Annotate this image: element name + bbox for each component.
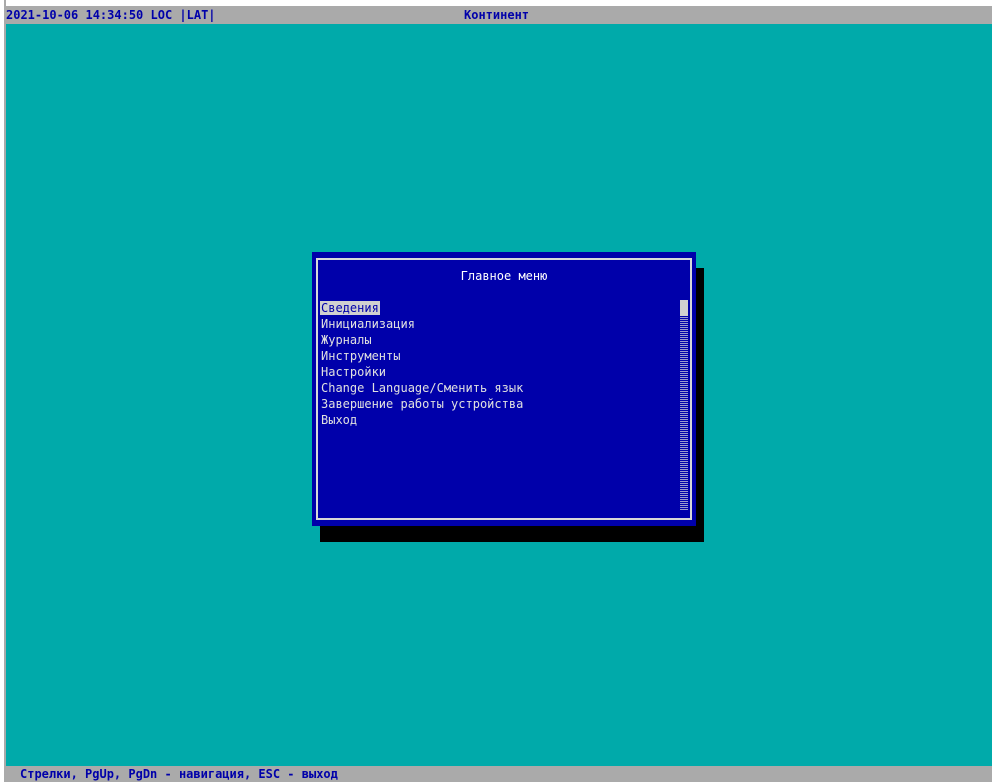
menu-item-label: Инструменты [321,349,401,363]
menu-item-settings[interactable]: Настройки [320,364,676,380]
dialog-title: Главное меню [460,269,548,283]
menu-item-label: Завершение работы устройства [321,397,524,411]
menu-item-label: Change Language/Сменить язык [321,381,524,395]
menu-scrollbar[interactable] [680,300,688,510]
scrollbar-thumb[interactable] [680,300,688,316]
top-status-bar: 2021-10-06 14:34:50 LOC |LAT| Континент [6,6,992,24]
menu-item-initialization[interactable]: Инициализация [320,316,676,332]
main-menu-list: Сведения Инициализация Журналы Инструмен… [320,300,676,428]
menu-item-logs[interactable]: Журналы [320,332,676,348]
menu-item-label: Сведения [320,301,380,315]
menu-item-label: Настройки [321,365,387,379]
datetime-status: 2021-10-06 14:34:50 LOC |LAT| [6,8,216,22]
menu-item-shutdown-device[interactable]: Завершение работы устройства [320,396,676,412]
menu-item-change-language[interactable]: Change Language/Сменить язык [320,380,676,396]
menu-item-label: Инициализация [321,317,415,331]
main-menu-dialog: Главное меню Сведения Инициализация Журн… [312,252,696,526]
terminal-screen: 2021-10-06 14:34:50 LOC |LAT| Континент … [0,0,992,782]
menu-item-label: Журналы [321,333,372,347]
bottom-help-bar: Стрелки, PgUp, PgDn - навигация, ESC - в… [6,766,992,782]
app-title: Континент [464,8,530,22]
window-left-edge [0,0,6,782]
menu-item-tools[interactable]: Инструменты [320,348,676,364]
menu-item-label: Выход [321,413,358,427]
menu-item-info[interactable]: Сведения [320,300,676,316]
menu-item-exit[interactable]: Выход [320,412,676,428]
